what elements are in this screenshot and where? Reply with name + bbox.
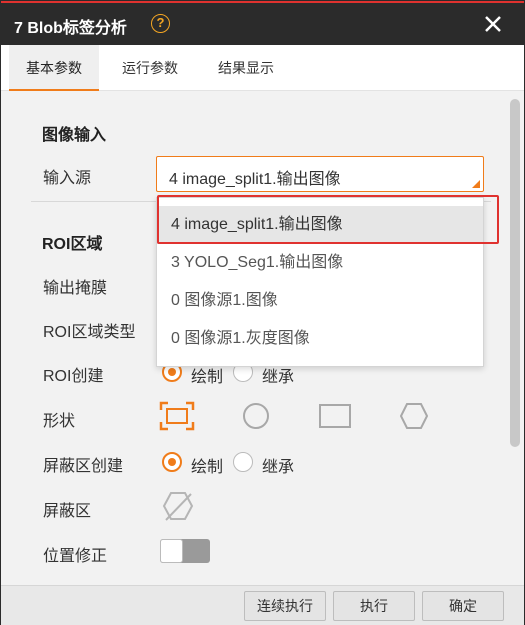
mask-create-draw-radio[interactable] [162,452,182,472]
vertical-scrollbar[interactable] [510,99,520,447]
output-mask-label: 输出掩膜 [43,280,108,297]
dropdown-arrow-icon [472,180,480,188]
position-fix-toggle[interactable] [160,539,210,563]
roi-section-title: ROI区域 [42,236,103,253]
ok-button[interactable]: 确定 [422,591,504,621]
dropdown-option[interactable]: 0 图像源1.灰度图像 [157,320,483,358]
mask-label: 屏蔽区 [43,503,92,520]
blob-analysis-dialog: 7 Blob标签分析 ? 基本参数 运行参数 结果显示 图像输入 输入源 4 i… [0,0,525,625]
tab-bar: 基本参数 运行参数 结果显示 [1,45,524,91]
window-title: 7 Blob标签分析 [14,20,127,37]
tab-result-display[interactable]: 结果显示 [205,45,287,91]
tab-run-params[interactable]: 运行参数 [109,45,191,91]
close-icon[interactable] [481,12,505,36]
toggle-knob [160,539,183,563]
roi-create-label: ROI创建 [43,368,104,385]
continuous-run-button[interactable]: 连续执行 [244,591,326,621]
mask-create-inherit-label: 继承 [262,459,295,476]
title-bar: 7 Blob标签分析 ? [1,1,524,45]
image-input-section-title: 图像输入 [42,127,107,144]
mask-create-inherit-radio[interactable] [233,452,253,472]
circle-icon[interactable] [242,402,270,430]
shape-label: 形状 [43,413,76,430]
run-button[interactable]: 执行 [333,591,415,621]
roi-type-label: ROI区域类型 [43,324,136,341]
input-source-label: 输入源 [43,170,92,187]
tab-basic-params[interactable]: 基本参数 [9,45,99,91]
rectangle-icon[interactable] [319,404,351,428]
position-fix-label: 位置修正 [43,548,108,565]
input-source-value: 4 image_split1.输出图像 [169,171,341,188]
help-icon[interactable]: ? [151,14,170,33]
mask-create-label: 屏蔽区创建 [43,458,124,475]
mask-create-draw-label: 绘制 [191,459,224,476]
rectangle-select-icon[interactable] [159,401,195,431]
mask-hexagon-icon[interactable] [162,490,194,522]
highlight-box [157,195,499,244]
dropdown-option[interactable]: 3 YOLO_Seg1.输出图像 [157,244,483,282]
input-source-select[interactable]: 4 image_split1.输出图像 [156,156,484,192]
hexagon-icon[interactable] [400,403,428,429]
dropdown-option[interactable]: 0 图像源1.图像 [157,282,483,320]
